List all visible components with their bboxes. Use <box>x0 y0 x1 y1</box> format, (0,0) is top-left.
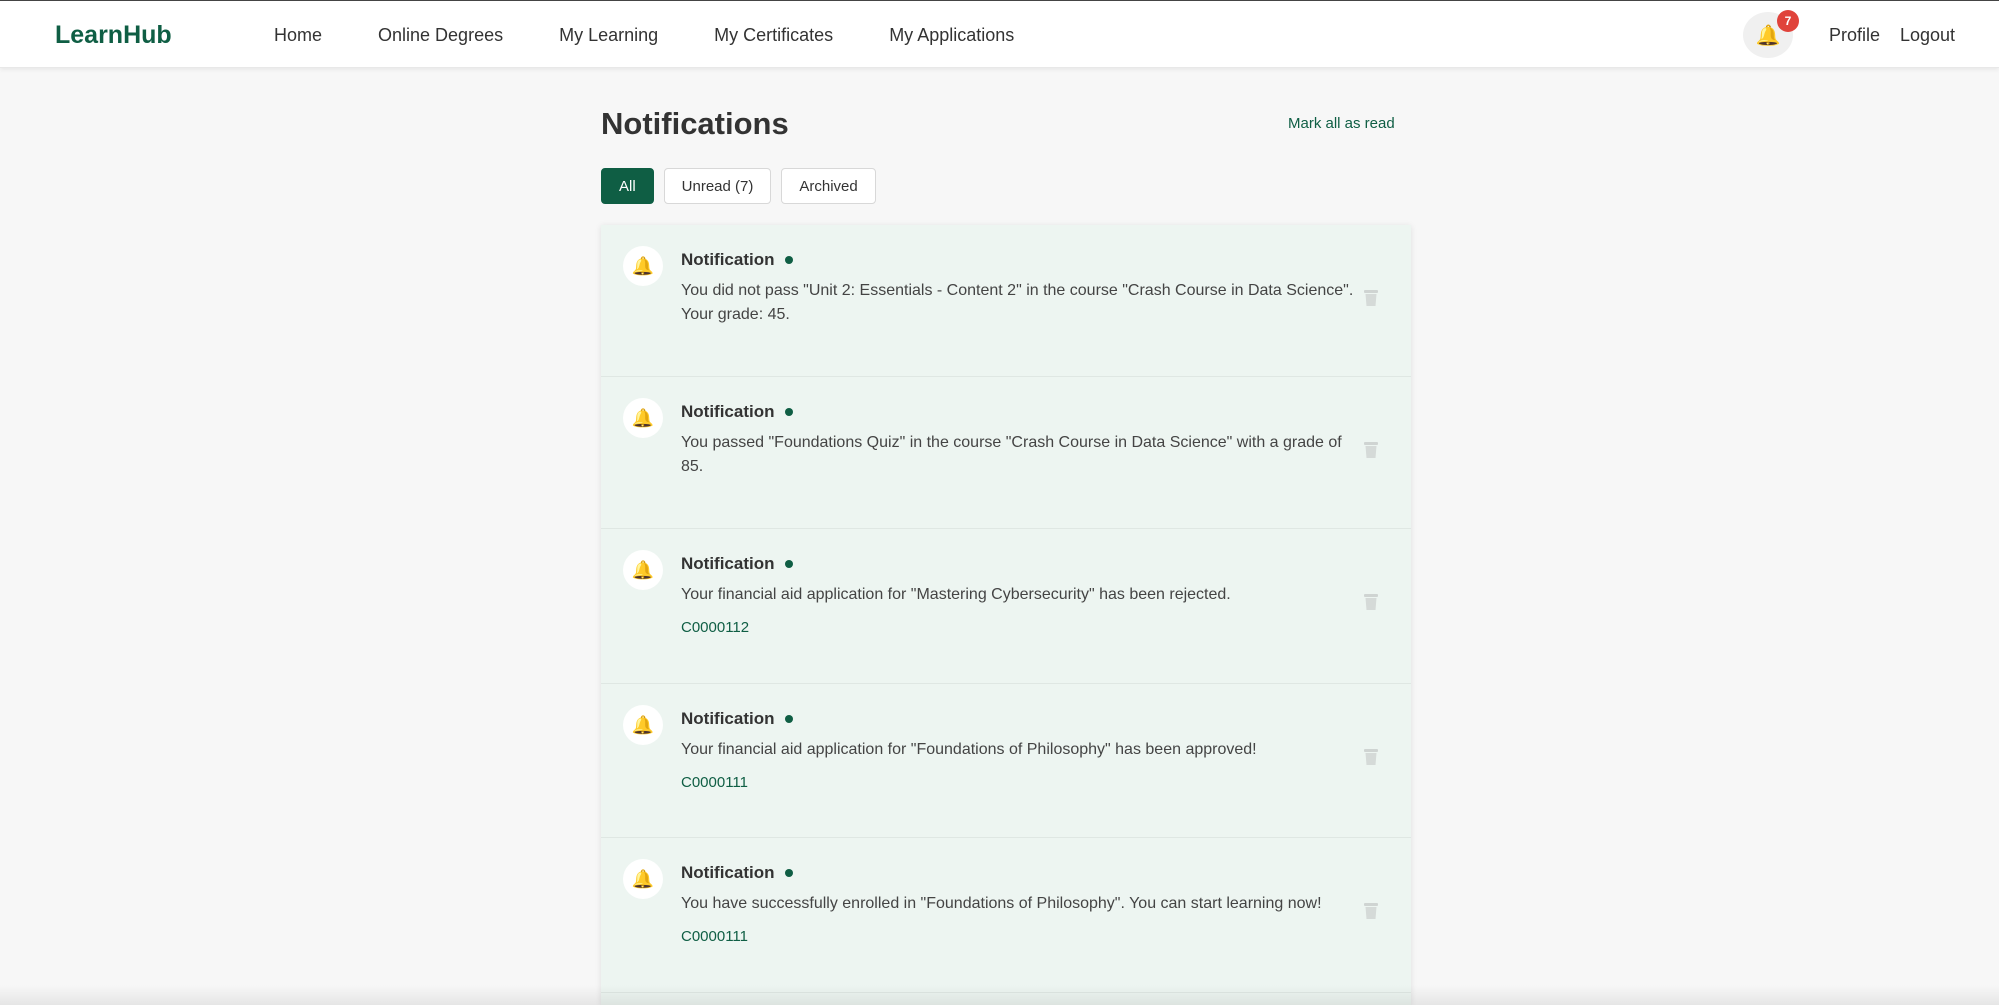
unread-dot-icon <box>784 869 793 877</box>
notification-message: Your financial aid application for "Mast… <box>681 586 1231 603</box>
trash-icon[interactable] <box>1363 748 1379 766</box>
nav-my-certificates[interactable]: My Certificates <box>714 25 833 46</box>
notification-message: You did not pass "Unit 2: Essentials - C… <box>681 282 1354 323</box>
unread-dot-icon <box>784 715 793 723</box>
notification-item[interactable]: 🔔 Notification You passed "Foundations Q… <box>601 377 1411 529</box>
notification-count-badge: 7 <box>1777 10 1799 32</box>
notification-title: Notification <box>681 863 793 883</box>
top-navbar: LearnHub Home Online Degrees My Learning… <box>0 0 1999 68</box>
unread-dot-icon <box>784 560 793 568</box>
filter-all-button[interactable]: All <box>601 168 654 204</box>
filter-unread-button[interactable]: Unread (7) <box>663 168 772 204</box>
notification-title: Notification <box>681 250 793 270</box>
profile-link[interactable]: Profile <box>1829 25 1880 46</box>
filter-archived-button[interactable]: Archived <box>781 168 876 204</box>
course-code[interactable]: C0000111 <box>681 774 748 791</box>
logout-link[interactable]: Logout <box>1900 25 1955 46</box>
bell-icon: 🔔 <box>1755 24 1781 47</box>
trash-icon[interactable] <box>1363 289 1379 307</box>
nav-my-learning[interactable]: My Learning <box>559 25 658 46</box>
bell-icon: 🔔 <box>623 550 663 590</box>
mark-all-read-link[interactable]: Mark all as read <box>1288 115 1395 132</box>
notification-item[interactable]: 🔔 Notification You did not pass "Unit 2:… <box>601 225 1411 377</box>
course-code[interactable]: C0000111 <box>681 928 748 945</box>
notification-title: Notification <box>681 554 793 574</box>
nav-online-degrees[interactable]: Online Degrees <box>378 25 503 46</box>
bell-icon: 🔔 <box>623 705 663 745</box>
notification-item[interactable]: 🔔 Notification You have successfully enr… <box>601 838 1411 993</box>
notification-item[interactable]: 🔔 Notification Your financial aid applic… <box>601 684 1411 838</box>
nav-home[interactable]: Home <box>274 25 322 46</box>
trash-icon[interactable] <box>1363 593 1379 611</box>
bell-icon: 🔔 <box>623 246 663 286</box>
logo[interactable]: LearnHub <box>55 21 172 50</box>
unread-dot-icon <box>784 256 793 264</box>
trash-icon[interactable] <box>1363 902 1379 920</box>
main-nav: Home Online Degrees My Learning My Certi… <box>274 25 1070 46</box>
notification-title: Notification <box>681 709 793 729</box>
bell-icon: 🔔 <box>623 859 663 899</box>
trash-icon[interactable] <box>1363 441 1379 459</box>
notification-title: Notification <box>681 402 793 422</box>
bell-icon: 🔔 <box>623 398 663 438</box>
notification-message: Your financial aid application for "Foun… <box>681 741 1257 758</box>
filter-tabs: All Unread (7) Archived <box>601 168 886 204</box>
notification-list: 🔔 Notification You did not pass "Unit 2:… <box>601 225 1411 1005</box>
unread-dot-icon <box>784 408 793 416</box>
notification-message: You have successfully enrolled in "Found… <box>681 895 1322 912</box>
viewport-bottom-shade <box>0 985 1999 1005</box>
page-title: Notifications <box>601 106 789 141</box>
notification-message: You passed "Foundations Quiz" in the cou… <box>681 434 1342 475</box>
nav-my-applications[interactable]: My Applications <box>889 25 1014 46</box>
course-code[interactable]: C0000112 <box>681 619 749 636</box>
notification-item[interactable]: 🔔 Notification Your financial aid applic… <box>601 529 1411 684</box>
